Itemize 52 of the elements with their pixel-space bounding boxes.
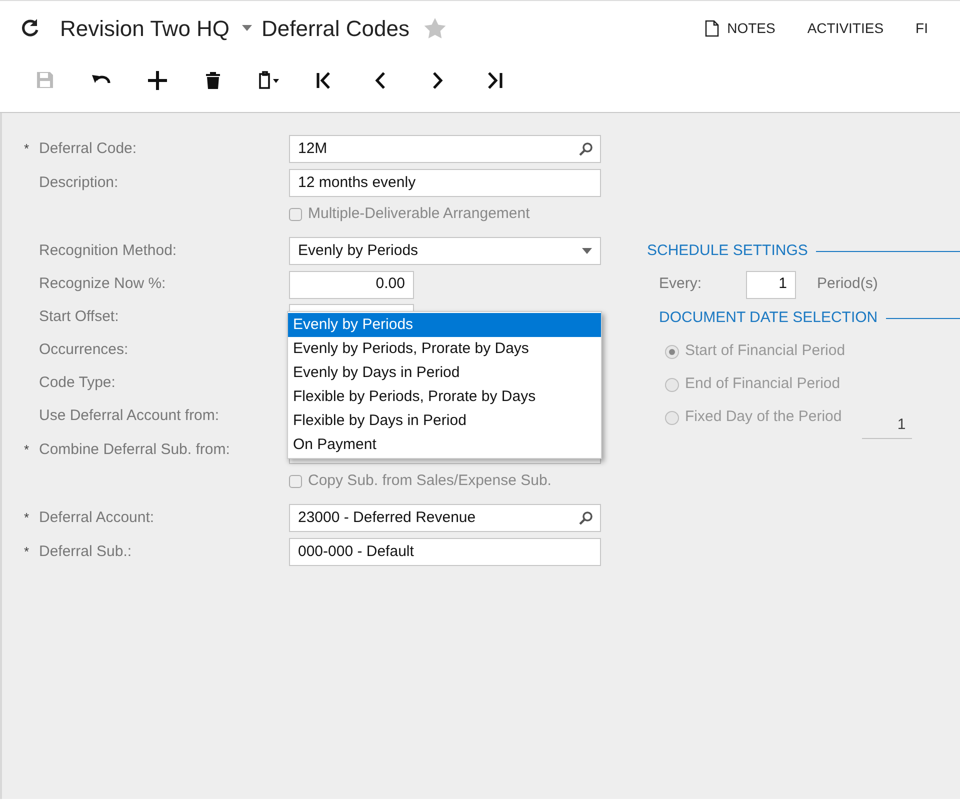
field-label: Occurrences: bbox=[39, 341, 128, 358]
input-field[interactable]: 23000 - Deferred Revenue bbox=[289, 504, 601, 532]
dropdown-option[interactable]: Flexible by Periods, Prorate by Days bbox=[288, 385, 601, 409]
checkbox-label: Copy Sub. from Sales/Expense Sub. bbox=[308, 471, 552, 492]
input-field[interactable]: 000-000 - Default bbox=[289, 538, 601, 566]
add-icon[interactable] bbox=[148, 70, 166, 90]
delete-icon[interactable] bbox=[204, 70, 222, 90]
section-title: DOCUMENT DATE SELECTION bbox=[659, 308, 878, 328]
required-mark: * bbox=[24, 140, 30, 158]
field-label: Deferral Sub.: bbox=[39, 542, 132, 560]
field-label: Combine Deferral Sub. from: bbox=[39, 440, 230, 458]
field-label: Recognition Method: bbox=[39, 242, 177, 259]
checkbox[interactable] bbox=[289, 475, 302, 488]
unit-label: Period(s) bbox=[817, 274, 878, 294]
dropdown-option[interactable]: Evenly by Periods bbox=[288, 313, 601, 337]
required-mark: * bbox=[24, 508, 30, 527]
clipboard-icon[interactable] bbox=[257, 70, 281, 90]
toolbar-link[interactable]: FI bbox=[916, 18, 928, 38]
refresh-icon[interactable] bbox=[20, 18, 40, 38]
radio-label: Fixed Day of the Period bbox=[685, 407, 842, 428]
input-field[interactable]: 0.00 bbox=[289, 270, 414, 298]
dropdown-option[interactable]: Evenly by Periods, Prorate by Days bbox=[288, 337, 601, 361]
checkbox[interactable] bbox=[289, 208, 302, 221]
caret-icon bbox=[582, 248, 592, 254]
dropdown-option[interactable]: On Payment bbox=[288, 433, 601, 457]
input-field[interactable]: 12 months evenly bbox=[289, 169, 601, 197]
dropdown-field[interactable]: Evenly by Periods bbox=[289, 237, 601, 265]
required-mark: * bbox=[24, 542, 30, 561]
input-field[interactable]: 1 bbox=[746, 270, 796, 298]
radio-label: End of Financial Period bbox=[685, 374, 840, 394]
checkbox-label: Multiple-Deliverable Arrangement bbox=[308, 204, 530, 224]
section-title: SCHEDULE SETTINGS bbox=[647, 240, 808, 261]
caret-icon[interactable] bbox=[242, 25, 252, 31]
radio-label: Start of Financial Period bbox=[685, 341, 846, 362]
field-label: Recognize Now %: bbox=[39, 275, 166, 292]
field-label: Deferral Code: bbox=[39, 140, 137, 157]
required-mark: * bbox=[24, 440, 30, 459]
company-name[interactable]: Revision Two HQ bbox=[60, 12, 230, 44]
star-icon[interactable] bbox=[424, 18, 446, 38]
document-icon bbox=[705, 20, 720, 36]
field-label: Every: bbox=[659, 274, 703, 294]
input-field[interactable]: 12M bbox=[289, 135, 601, 163]
field-label: Deferral Account: bbox=[39, 508, 154, 526]
screen-title: Deferral Codes bbox=[262, 14, 410, 42]
field-label: Start Offset: bbox=[39, 308, 119, 326]
field-label: Code Type: bbox=[39, 374, 116, 392]
field-label: Description: bbox=[39, 174, 118, 191]
field-label: Use Deferral Account from: bbox=[39, 407, 220, 424]
toolbar-link[interactable]: ACTIVITIES bbox=[807, 18, 884, 38]
dropdown-option[interactable]: Flexible by Days in Period bbox=[288, 409, 601, 433]
dropdown-option[interactable]: Evenly by Days in Period bbox=[288, 361, 601, 385]
notes-button[interactable]: NOTES bbox=[705, 18, 776, 38]
